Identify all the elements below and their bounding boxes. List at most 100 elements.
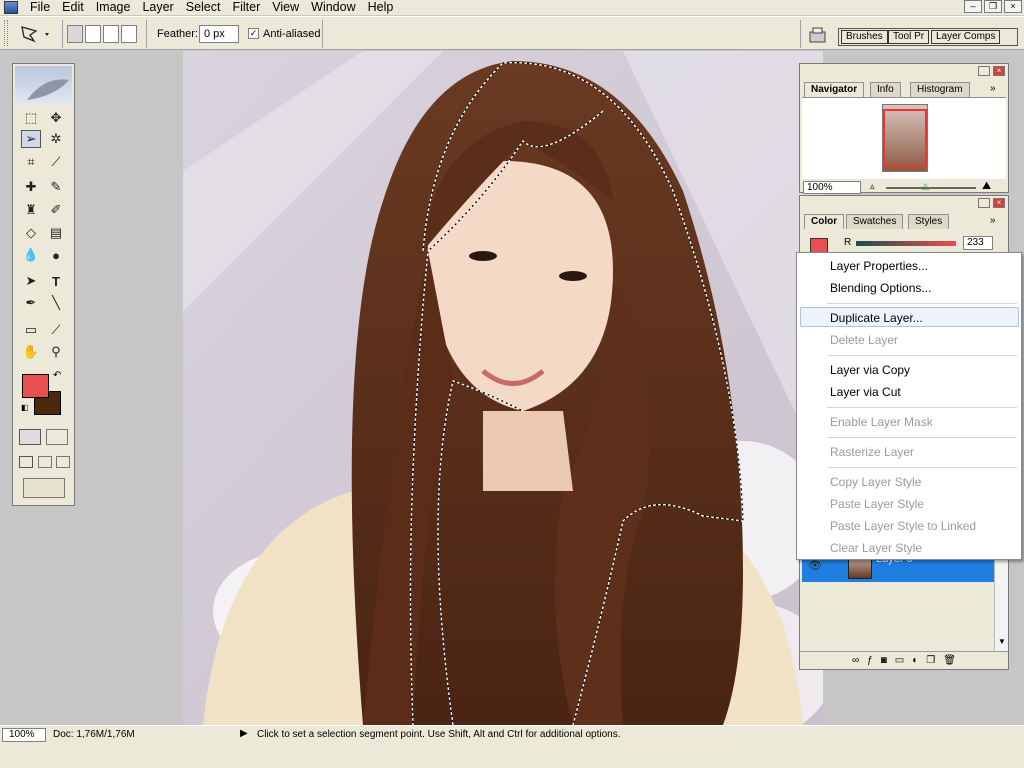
slice-tool-icon[interactable]: ⟋: [46, 153, 66, 171]
new-layer-icon[interactable]: ❐: [926, 655, 935, 666]
menu-item-layer-via-copy[interactable]: Layer via Copy: [830, 363, 910, 377]
default-colors-icon[interactable]: ◧: [21, 403, 29, 412]
minimize-button[interactable]: –: [964, 0, 982, 13]
path-selection-tool-icon[interactable]: ➤: [21, 272, 41, 290]
tab-histogram[interactable]: Histogram: [910, 82, 970, 97]
eraser-tool-icon[interactable]: ◇: [21, 224, 41, 242]
menu-item-layer-via-cut[interactable]: Layer via Cut: [830, 385, 901, 399]
line-tool-icon[interactable]: ╲: [46, 294, 66, 312]
add-layer-style-icon[interactable]: ƒ: [867, 655, 873, 666]
anti-aliased-checkbox[interactable]: ✓: [248, 28, 259, 39]
menu-item-rasterize-layer[interactable]: Rasterize Layer: [830, 445, 914, 459]
close-color-panel-icon[interactable]: ×: [993, 198, 1005, 208]
file-browser-icon[interactable]: [808, 26, 828, 44]
menu-layer[interactable]: Layer: [136, 0, 179, 15]
magic-wand-tool-icon[interactable]: ✲: [46, 130, 66, 148]
minimize-color-panel-icon[interactable]: [978, 198, 990, 208]
menu-item-duplicate-layer[interactable]: Duplicate Layer...: [830, 311, 923, 325]
full-screen-mode-icon[interactable]: [56, 456, 70, 468]
tab-info[interactable]: Info: [870, 82, 901, 97]
zoom-out-icon[interactable]: ▵: [870, 181, 875, 192]
standard-screen-mode-icon[interactable]: [19, 456, 33, 468]
notes-tool-icon[interactable]: ▭: [21, 321, 41, 339]
menu-item-copy-layer-style[interactable]: Copy Layer Style: [830, 475, 921, 489]
swap-colors-icon[interactable]: ↶: [53, 370, 61, 381]
close-panel-icon[interactable]: ×: [993, 66, 1005, 76]
feather-logo[interactable]: [15, 66, 72, 106]
foreground-color-swatch[interactable]: [22, 374, 49, 398]
zoom-slider[interactable]: [886, 187, 976, 189]
new-adjustment-layer-icon[interactable]: ◐: [912, 655, 918, 666]
menu-filter[interactable]: Filter: [226, 0, 266, 15]
well-tab-layer-comps[interactable]: Layer Comps: [931, 30, 1001, 44]
pen-tool-icon[interactable]: ✒: [21, 294, 41, 312]
hand-tool-icon[interactable]: ✋: [21, 343, 41, 361]
move-tool-icon[interactable]: ✥: [46, 109, 66, 127]
red-channel-value[interactable]: 233: [963, 236, 993, 250]
menu-image[interactable]: Image: [90, 0, 137, 15]
new-group-icon[interactable]: ▭: [895, 655, 904, 666]
close-button[interactable]: ×: [1004, 0, 1022, 13]
status-menu-arrow-icon[interactable]: ▶: [240, 728, 248, 739]
menu-item-enable-layer-mask[interactable]: Enable Layer Mask: [830, 415, 933, 429]
standard-mode-icon[interactable]: [19, 429, 41, 445]
menu-select[interactable]: Select: [180, 0, 227, 15]
menu-item-layer-properties[interactable]: Layer Properties...: [830, 259, 928, 273]
zoom-in-icon[interactable]: ⛰: [982, 180, 991, 193]
jump-to-imageready-icon[interactable]: [23, 478, 65, 498]
document-size-info[interactable]: Doc: 1,76M/1,76M: [53, 729, 135, 740]
eyedropper-tool-icon[interactable]: ⟋: [46, 321, 66, 339]
delete-layer-icon[interactable]: 🗑: [943, 655, 956, 666]
navigator-zoom-field[interactable]: 100%: [803, 181, 861, 194]
status-zoom-field[interactable]: 100%: [2, 728, 46, 742]
tab-swatches[interactable]: Swatches: [846, 214, 904, 229]
options-grip[interactable]: [4, 20, 8, 46]
red-channel-slider[interactable]: [856, 241, 956, 246]
clone-stamp-tool-icon[interactable]: ♜: [21, 201, 41, 219]
brush-tool-icon[interactable]: ✎: [46, 178, 66, 196]
menu-item-clear-layer-style[interactable]: Clear Layer Style: [830, 541, 922, 555]
scroll-down-arrow-icon[interactable]: ▼: [998, 637, 1006, 646]
menu-window[interactable]: Window: [305, 0, 361, 15]
layer-visibility-eye-icon[interactable]: 👁: [808, 559, 822, 572]
menu-edit[interactable]: Edit: [56, 0, 90, 15]
tab-navigator[interactable]: Navigator: [804, 82, 865, 97]
blur-tool-icon[interactable]: 💧: [21, 246, 41, 264]
menu-file[interactable]: File: [24, 0, 56, 15]
menu-view[interactable]: View: [266, 0, 305, 15]
subtract-selection-mode-icon[interactable]: [103, 25, 119, 43]
add-layer-mask-icon[interactable]: ◙: [881, 655, 887, 666]
quick-mask-mode-icon[interactable]: [46, 429, 68, 445]
view-box[interactable]: [883, 109, 927, 167]
well-tab-tool-presets[interactable]: Tool Pr: [888, 30, 930, 44]
intersect-selection-mode-icon[interactable]: [121, 25, 137, 43]
document-canvas[interactable]: [183, 51, 823, 725]
add-selection-mode-icon[interactable]: [85, 25, 101, 43]
color-panel-menu-icon[interactable]: »: [990, 215, 996, 226]
crop-tool-icon[interactable]: ⌗: [21, 153, 41, 171]
type-tool-icon[interactable]: T: [46, 272, 66, 290]
full-screen-menu-mode-icon[interactable]: [38, 456, 52, 468]
new-selection-mode-icon[interactable]: [67, 25, 83, 43]
marquee-tool-icon[interactable]: ⬚: [21, 109, 41, 127]
menu-item-paste-layer-style-to-linked[interactable]: Paste Layer Style to Linked: [830, 519, 976, 533]
navigator-thumbnail[interactable]: [882, 104, 928, 172]
menu-help[interactable]: Help: [362, 0, 400, 15]
menu-item-blending-options[interactable]: Blending Options...: [830, 281, 931, 295]
menu-item-paste-layer-style[interactable]: Paste Layer Style: [830, 497, 924, 511]
gradient-tool-icon[interactable]: ▤: [46, 224, 66, 242]
photoshop-app-icon[interactable]: [4, 1, 18, 14]
healing-brush-tool-icon[interactable]: ✚: [21, 178, 41, 196]
lasso-tool-icon[interactable]: ➢: [21, 130, 41, 148]
minimize-panel-icon[interactable]: [978, 66, 990, 76]
panel-menu-icon[interactable]: »: [990, 83, 996, 94]
zoom-tool-icon[interactable]: ⚲: [46, 343, 66, 361]
zoom-slider-thumb-icon[interactable]: △: [922, 181, 929, 192]
history-brush-tool-icon[interactable]: ✐: [46, 201, 66, 219]
well-tab-brushes[interactable]: Brushes: [841, 30, 888, 44]
tab-styles[interactable]: Styles: [908, 214, 950, 229]
tab-color[interactable]: Color: [804, 214, 845, 229]
link-layers-icon[interactable]: ∞: [852, 655, 859, 666]
navigator-title-bar[interactable]: [800, 64, 1008, 78]
tool-preset-picker[interactable]: [18, 23, 58, 45]
